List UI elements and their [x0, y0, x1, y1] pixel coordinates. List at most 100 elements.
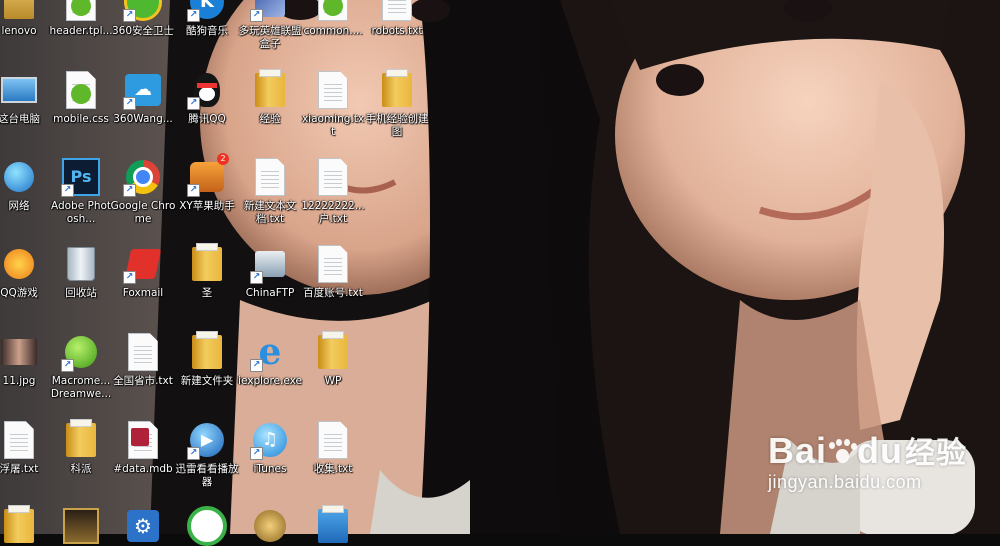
jingyan-text: 经验 — [905, 437, 968, 470]
desktop-icon-label: Google Chrome — [110, 200, 176, 225]
shortcut-arrow-icon: ↗ — [250, 271, 263, 284]
desktop-icon-tencent-qq[interactable]: ↗ 腾讯QQ — [174, 70, 240, 126]
desktop-icon-label: 腾讯QQ — [188, 113, 226, 125]
desktop-icon-jingyan-folder[interactable]: 经验 — [237, 69, 303, 126]
folder-icon — [187, 243, 227, 284]
baidu-logo: Bai du经验 — [768, 428, 988, 472]
desktop-icon-xiaoming-txt[interactable]: xiaoming.txt — [300, 70, 366, 139]
desktop-icon-360-safe[interactable]: ↗ 360安全卫士 — [110, 0, 176, 38]
folder-icon — [313, 505, 353, 546]
desktop-icon-iexplore[interactable]: e ↗ iexplore.exe — [237, 332, 303, 388]
folder-icon — [377, 69, 417, 110]
desktop-icon-baidu-account-txt[interactable]: 百度账号.txt — [300, 244, 366, 300]
desktop-icon-recycle-bin[interactable]: 回收站 — [48, 244, 114, 300]
desktop-icon-label: ChinaFTP — [245, 287, 295, 299]
desktop-icon-common[interactable]: common.... — [300, 0, 366, 38]
desktop-icon-label: 酷狗音乐 — [186, 25, 228, 37]
desktop-icon-360wang[interactable]: ☁ ↗ 360Wang... — [110, 70, 176, 126]
desktop-icon-xunlei-player[interactable]: ▶ ↗ 迅雷看看播放器 — [174, 420, 240, 489]
desktop-icon-label: common.... — [303, 25, 363, 37]
desktop-icon-lol-partial[interactable] — [48, 506, 114, 546]
baidu-jingyan-watermark: Bai du经验 jingyan.baidu.com — [768, 428, 988, 493]
desktop-icon-label: 经验 — [259, 113, 281, 125]
ftp-icon: ↗ — [250, 244, 290, 284]
network-globe-icon — [0, 157, 39, 197]
desktop-icon-label: header.tpl... — [49, 25, 113, 37]
dreamweaver-file-icon — [61, 70, 101, 110]
desktop-icon-label: Foxmail — [122, 287, 164, 299]
desktop-icon-11-jpg[interactable]: 11.jpg — [0, 332, 52, 388]
desktop-icon-1222-txt[interactable]: 12222222...户.txt — [300, 157, 366, 226]
desktop-icon-mobile-css[interactable]: mobile.css — [48, 70, 114, 126]
text-file-icon — [250, 157, 290, 197]
desktop-icon-blue-folder-partial[interactable] — [300, 505, 366, 546]
folder-icon — [61, 419, 101, 460]
desktop-icon-itunes[interactable]: ♫ ↗ iTunes — [237, 420, 303, 476]
desktop-icon-label: 迅雷看看播放器 — [175, 463, 239, 488]
xy-helper-icon: 2 ↗ — [187, 153, 229, 197]
desktop-icon-futu-txt[interactable]: 浮屠.txt — [0, 420, 52, 476]
desktop-icon-paw-partial[interactable] — [237, 506, 303, 546]
desktop-icon-lenovo[interactable]: lenovo — [0, 0, 52, 38]
update-icon — [187, 506, 227, 546]
kugou-music-icon: K ↗ — [187, 0, 227, 22]
desktop-icon-label: 新建文本文档.txt — [243, 200, 297, 225]
desktop-icon-wp-folder[interactable]: WP — [300, 331, 366, 388]
desktop-icon-label: 手机经验创建图 — [365, 113, 429, 138]
desktop-icon-label: Adobe Photosh... — [50, 200, 112, 225]
image-thumbnail-icon — [0, 332, 39, 372]
desktop-icon-label: 网络 — [8, 200, 30, 212]
desktop-icon-label: 回收站 — [65, 287, 97, 299]
desktop-icon-duowan-lol[interactable]: ↗ 多玩英雄联盟盒子 — [237, 0, 303, 51]
league-of-legends-icon — [61, 506, 101, 546]
desktop-icon-label: Macrome... Dreamwe... — [50, 375, 112, 400]
shortcut-arrow-icon: ↗ — [250, 447, 263, 460]
desktop-icon-sheng-folder[interactable]: 圣 — [174, 243, 240, 300]
desktop-icon-network[interactable]: 网络 — [0, 157, 52, 213]
desktop-icon-new-text-doc[interactable]: 新建文本文档.txt — [237, 157, 303, 226]
desktop-icon-kepai-folder[interactable]: 科派 — [48, 419, 114, 476]
desktop-icon-qq-game[interactable]: QQ游戏 — [0, 244, 52, 300]
desktop-icon-photoshop[interactable]: Ps ↗ Adobe Photosh... — [48, 157, 114, 226]
desktop-icon-folder-partial[interactable] — [0, 505, 52, 546]
desktop-icon-settings-partial[interactable]: ⚙ — [110, 506, 176, 546]
text-file-icon — [0, 420, 39, 460]
desktop-icon-chinaftp[interactable]: ↗ ChinaFTP — [237, 244, 303, 300]
desktop-icon-label: 科派 — [70, 463, 92, 475]
cloud-drive-icon: ☁ ↗ — [123, 70, 163, 110]
desktop-icon-mobile-jingyan-folder[interactable]: 手机经验创建图 — [364, 69, 430, 139]
desktop-icon-this-pc[interactable]: 这台电脑 — [0, 70, 52, 126]
computer-icon — [0, 70, 39, 110]
gear-icon: ⚙ — [123, 506, 163, 546]
desktop-icon-label: 百度账号.txt — [303, 287, 363, 299]
qq-penguin-icon: ↗ — [187, 70, 227, 110]
desktop-icon-label: 12222222...户.txt — [301, 200, 365, 225]
folder-icon — [187, 331, 227, 372]
desktop-icon-shouji-txt[interactable]: 收集.txt — [300, 420, 366, 476]
notification-badge: 2 — [217, 153, 229, 165]
desktop-icon-header-tpl[interactable]: header.tpl... — [48, 0, 114, 38]
desktop-icon-green-partial[interactable] — [174, 506, 240, 546]
desktop-icon-foxmail[interactable]: ↗ Foxmail — [110, 244, 176, 300]
text-file-icon — [313, 70, 353, 110]
shortcut-arrow-icon: ↗ — [61, 359, 74, 372]
desktop-icon-new-folder[interactable]: 新建文件夹 — [174, 331, 240, 388]
desktop-icon-google-chrome[interactable]: ↗ Google Chrome — [110, 157, 176, 226]
desktop-icon-robots-txt[interactable]: robots.txt — [364, 0, 430, 38]
desktop-icon-label: XY苹果助手 — [179, 200, 235, 212]
desktop-icon-data-mdb[interactable]: #data.mdb — [110, 420, 176, 476]
desktop-icon-xy-apple-helper[interactable]: 2 ↗ XY苹果助手 — [174, 153, 240, 213]
shortcut-arrow-icon: ↗ — [123, 97, 136, 110]
shortcut-arrow-icon: ↗ — [187, 9, 200, 22]
chrome-icon: ↗ — [123, 157, 163, 197]
shortcut-arrow-icon: ↗ — [187, 97, 200, 110]
folder-icon — [313, 331, 353, 372]
desktop-icon-label: 收集.txt — [313, 463, 353, 475]
desktop-icon-dreamweaver[interactable]: ↗ Macrome... Dreamwe... — [48, 332, 114, 401]
text-file-icon — [123, 332, 163, 372]
desktop-icon-kugou[interactable]: K ↗ 酷狗音乐 — [174, 0, 240, 38]
internet-explorer-icon: e ↗ — [250, 332, 290, 372]
desktop-icon-label: 新建文件夹 — [180, 375, 234, 387]
dreamweaver-icon: ↗ — [61, 332, 101, 372]
desktop-icon-provinces-txt[interactable]: 全国省市.txt — [110, 332, 176, 388]
